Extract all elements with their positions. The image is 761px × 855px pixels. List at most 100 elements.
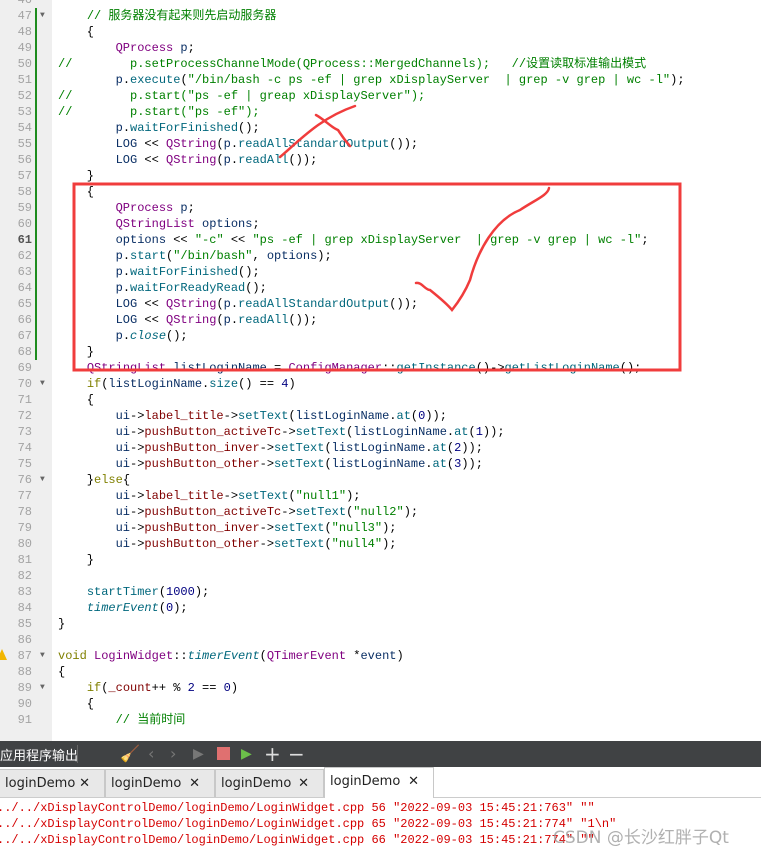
chevron-left-icon[interactable]: ‹ [148,744,154,764]
code-token: "/bin/bash" [173,249,253,263]
clear-icon[interactable]: 🧹 [120,744,140,764]
line-number: 71 [17,393,32,407]
code-line[interactable]: 49 QProcess p; [0,40,761,56]
code-token: -> [281,425,296,439]
code-editor[interactable]: 46 47 ▼ // 服务器没有起来则先启动服务器 48 {49 QProcess p… [0,0,761,741]
code-line[interactable]: 48 { [0,24,761,40]
code-line[interactable]: 67 p.close(); [0,328,761,344]
code-token: QString [166,313,217,327]
code-token: p [58,329,123,343]
code-token: ; [187,201,195,215]
code-line[interactable]: 86 [0,632,761,648]
code-line[interactable]: 74 ui->pushButton_inver->setText(listLog… [0,440,761,456]
code-line[interactable]: 87 ▼ void LoginWidget::timerEvent(QTimerEv… [0,648,761,664]
close-icon[interactable]: ✕ [298,770,309,798]
code-line[interactable]: 50 // p.setProcessChannelMode(QProcess::M… [0,56,761,72]
code-line[interactable]: 84 timerEvent(0); [0,600,761,616]
close-icon[interactable]: ✕ [408,768,419,796]
code-token: p [223,297,231,311]
code-token: { [58,665,66,679]
code-line[interactable]: 83 startTimer(1000); [0,584,761,600]
code-line[interactable]: 62 p.start("/bin/bash", options); [0,248,761,264]
code-token: } [58,553,95,567]
close-icon[interactable]: ✕ [79,770,90,798]
code-token: listLoginName [331,457,426,471]
code-line[interactable]: 76 ▼ }else{ [0,472,761,488]
stop-icon[interactable] [217,747,230,760]
code-line[interactable]: 90 { [0,696,761,712]
tab-logindemo-3[interactable]: loginDemo ✕ [215,769,324,797]
fold-arrow-icon[interactable]: ▼ [40,648,45,664]
change-marker [35,296,37,312]
code-text: }else{ [58,472,130,488]
code-line[interactable]: 51 p.execute("/bin/bash -c ps -ef | grep… [0,72,761,88]
debug-run-icon[interactable]: ▶ [241,744,252,764]
code-line[interactable]: 47 ▼ // 服务器没有起来则先启动服务器 [0,8,761,24]
code-line[interactable]: 79 ui->pushButton_inver->setText("null3"… [0,520,761,536]
code-line[interactable]: 70 ▼ if(listLoginName.size() == 4) [0,376,761,392]
code-token: pushButton_inver [144,521,260,535]
fold-arrow-icon[interactable]: ▼ [40,8,45,24]
tab-logindemo-1[interactable]: loginDemo ✕ [0,769,105,797]
code-line[interactable]: 63 p.waitForFinished(); [0,264,761,280]
close-icon[interactable]: ✕ [189,770,200,798]
code-line[interactable]: 82 [0,568,761,584]
code-line[interactable]: 65 LOG << QString(p.readAllStandardOutpu… [0,296,761,312]
code-line[interactable]: 52 // p.start("ps -ef | greap xDisplaySer… [0,88,761,104]
tab-logindemo-4-active[interactable]: loginDemo ✕ [324,767,434,798]
code-line[interactable]: 81 } [0,552,761,568]
plus-icon[interactable]: + [264,744,281,764]
code-token: start [130,249,167,263]
code-line[interactable]: 60 QStringList options; [0,216,761,232]
code-line[interactable]: 89 ▼ if(_count++ % 2 == 0) [0,680,761,696]
code-line[interactable]: 72 ui->label_title->setText(listLoginNam… [0,408,761,424]
code-line[interactable]: 46 [0,0,761,8]
code-line[interactable]: 80 ui->pushButton_other->setText("null4"… [0,536,761,552]
run-icon[interactable]: ▶ [193,744,204,764]
line-number: 49 [17,41,32,55]
line-number: 77 [17,489,32,503]
code-line[interactable]: 88 { [0,664,761,680]
chevron-right-icon[interactable]: › [170,744,176,764]
code-line[interactable]: 85} [0,616,761,632]
code-line[interactable]: 68 } [0,344,761,360]
code-line[interactable]: 78 ui->pushButton_activeTc->setText("nul… [0,504,761,520]
code-line[interactable]: 59 QProcess p; [0,200,761,216]
minus-icon[interactable]: − [288,744,305,764]
code-line[interactable]: 75 ui->pushButton_other->setText(listLog… [0,456,761,472]
code-line[interactable]: 73 ui->pushButton_activeTc->setText(list… [0,424,761,440]
output-tabs: loginDemo ✕ loginDemo ✕ loginDemo ✕ loginDe… [0,767,761,798]
code-lines[interactable]: 46 47 ▼ // 服务器没有起来则先启动服务器 48 {49 QProcess p… [0,0,761,728]
code-token: label_title [144,489,224,503]
code-line[interactable]: 77 ui->label_title->setText("null1"); [0,488,761,504]
code-token: ( [216,297,224,311]
tab-logindemo-2[interactable]: loginDemo ✕ [105,769,215,797]
code-token: readAll [238,313,289,327]
code-token: setText [274,441,325,455]
code-token: pushButton_activeTc [144,425,282,439]
code-line[interactable]: 91 // 当前时间 [0,712,761,728]
code-line[interactable]: 61 options << "-c" << "ps -ef | grep xDi… [0,232,761,248]
code-line[interactable]: 57 } [0,168,761,184]
code-line[interactable]: 55 LOG << QString(p.readAllStandardOutpu… [0,136,761,152]
fold-arrow-icon[interactable]: ▼ [40,376,45,392]
code-line[interactable]: 71 { [0,392,761,408]
code-token: { [58,697,95,711]
code-token: p [173,201,188,215]
code-token: void [58,649,87,663]
code-line[interactable]: 58 { [0,184,761,200]
code-line[interactable]: 66 LOG << QString(p.readAll()); [0,312,761,328]
line-number: 72 [17,409,32,423]
code-token: -> [130,409,145,423]
code-token: -> [259,457,275,471]
code-line[interactable]: 64 p.waitForReadyRead(); [0,280,761,296]
fold-arrow-icon[interactable]: ▼ [40,472,45,488]
code-line[interactable]: 56 LOG << QString(p.readAll()); [0,152,761,168]
fold-arrow-icon[interactable]: ▼ [40,680,45,696]
code-line[interactable]: 54 p.waitForFinished(); [0,120,761,136]
code-line[interactable]: 69 QStringList listLoginName = ConfigMan… [0,360,761,376]
code-token: timerEvent [86,601,159,615]
code-line[interactable]: 53 // p.start("ps -ef"); [0,104,761,120]
code-text: p.close(); [58,328,188,344]
